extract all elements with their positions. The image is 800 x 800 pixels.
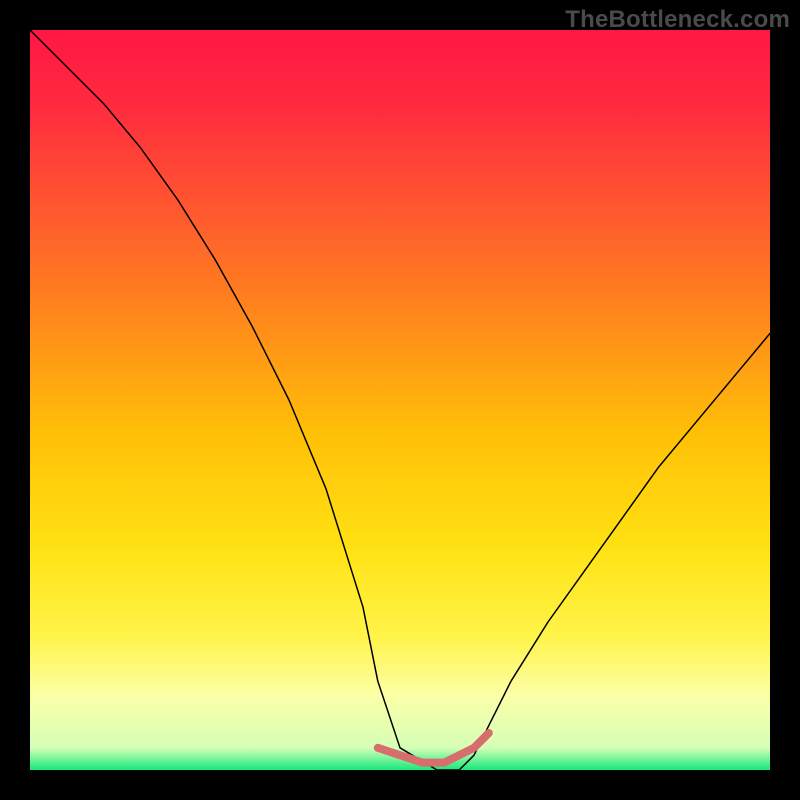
chart-frame: TheBottleneck.com [0,0,800,800]
plot-svg [30,30,770,770]
plot-area [30,30,770,770]
gradient-bg [30,30,770,770]
